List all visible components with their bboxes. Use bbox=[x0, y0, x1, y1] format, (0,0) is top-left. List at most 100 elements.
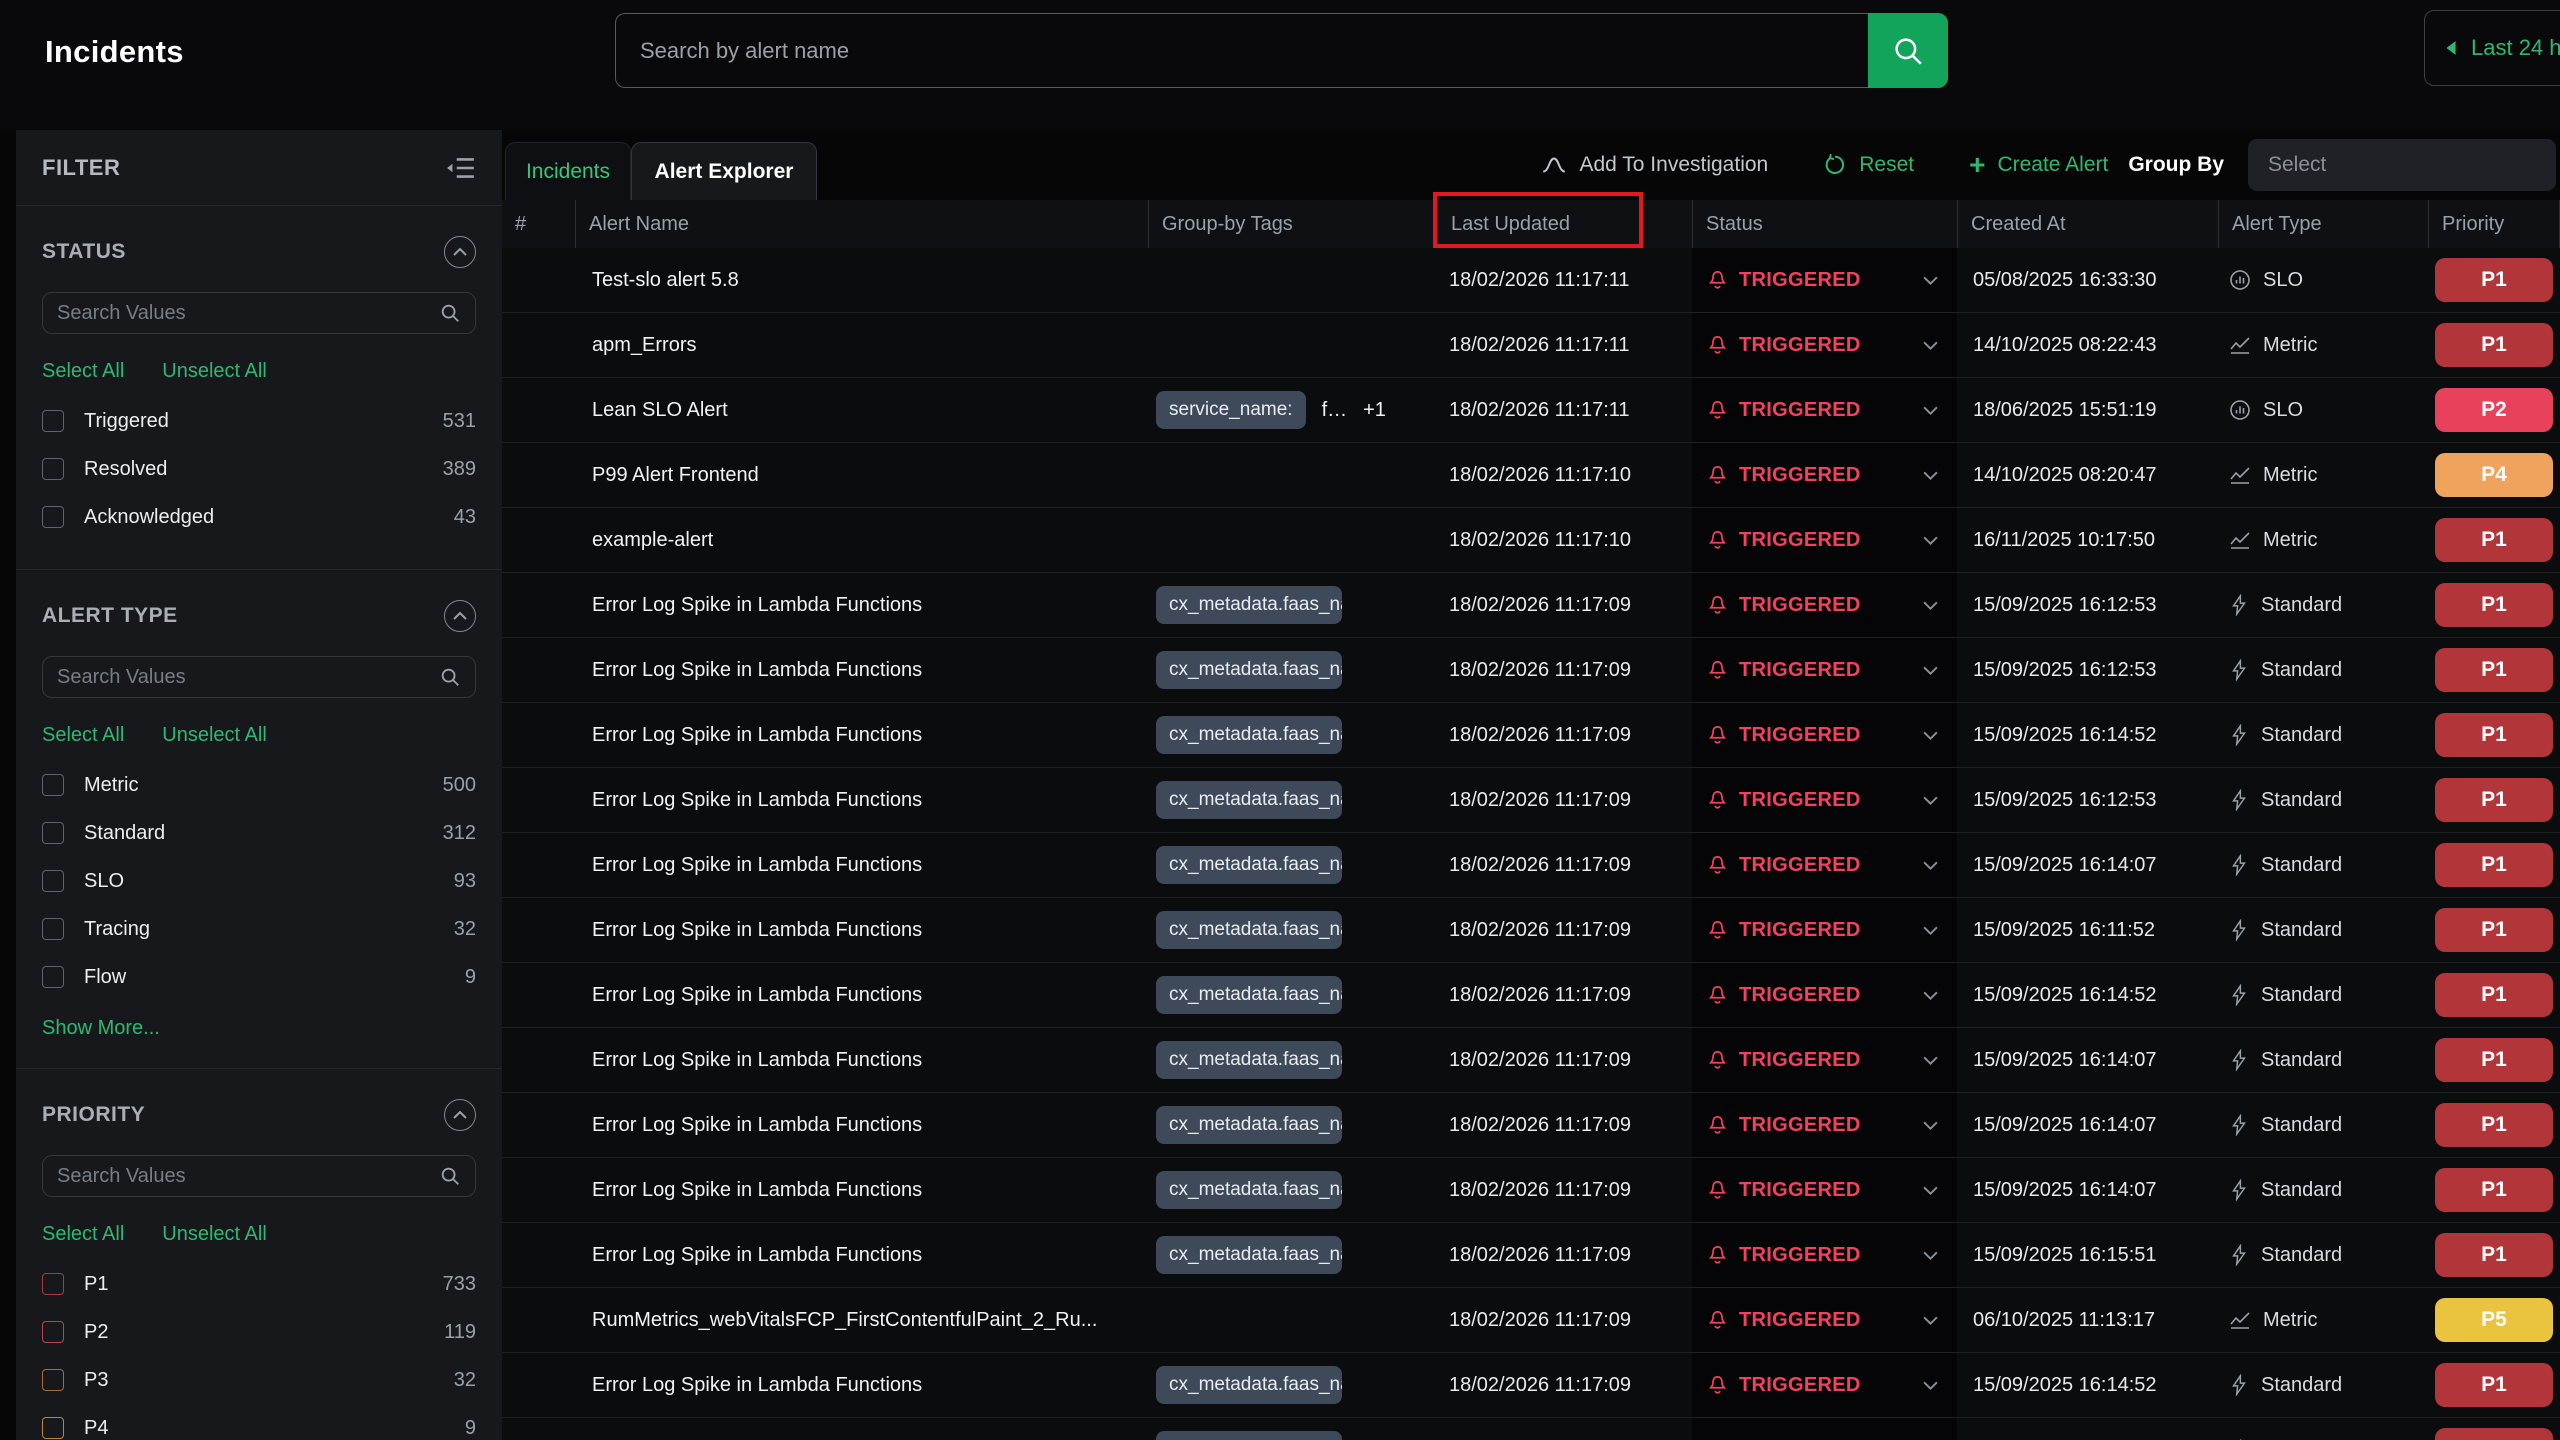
show-more-link[interactable]: Show More... bbox=[42, 1017, 160, 1040]
unselect-all-link[interactable]: Unselect All bbox=[162, 724, 267, 747]
priority-badge[interactable]: P1 bbox=[2435, 1233, 2553, 1277]
priority-badge[interactable]: P1 bbox=[2435, 1038, 2553, 1082]
reset-button[interactable]: Reset bbox=[1823, 153, 1914, 177]
chevron-down-icon[interactable] bbox=[1922, 925, 1939, 936]
table-row[interactable]: Error Log Spike in Lambda Functionscx_me… bbox=[502, 638, 2560, 703]
unselect-all-link[interactable]: Unselect All bbox=[162, 360, 267, 383]
status-cell[interactable]: TRIGGERED bbox=[1692, 1093, 1957, 1157]
chevron-down-icon[interactable] bbox=[1922, 340, 1939, 351]
checkbox[interactable] bbox=[42, 1321, 64, 1343]
checkbox[interactable] bbox=[42, 1417, 64, 1439]
section-search-input[interactable] bbox=[57, 666, 439, 689]
table-row[interactable]: Error Log Spike in Lambda Functionscx_me… bbox=[502, 833, 2560, 898]
column-header-created-at[interactable]: Created At bbox=[1957, 200, 2218, 248]
section-search-input[interactable] bbox=[57, 1165, 439, 1188]
table-row[interactable]: Lean SLO Alertservice_name:f…+118/02/202… bbox=[502, 378, 2560, 443]
priority-badge[interactable]: P1 bbox=[2435, 1363, 2553, 1407]
collapse-section-button[interactable] bbox=[444, 1099, 476, 1131]
priority-badge[interactable]: P1 bbox=[2435, 1103, 2553, 1147]
status-cell[interactable]: TRIGGERED bbox=[1692, 1288, 1957, 1352]
priority-badge[interactable]: P1 bbox=[2435, 843, 2553, 887]
checkbox[interactable] bbox=[42, 822, 64, 844]
tag-chip[interactable]: cx_metadata.faas_nam bbox=[1156, 1171, 1342, 1209]
priority-badge[interactable]: P1 bbox=[2435, 973, 2553, 1017]
table-row[interactable]: Error Log Spike in Lambda Functionscx_me… bbox=[502, 1353, 2560, 1418]
table-row[interactable]: Error Log Spike in Lambda Functionscx_me… bbox=[502, 703, 2560, 768]
table-row[interactable]: RumMetrics_webVitalsFCP_FirstContentfulP… bbox=[502, 1288, 2560, 1353]
priority-badge[interactable]: P2 bbox=[2435, 388, 2553, 432]
select-all-link[interactable]: Select All bbox=[42, 724, 124, 747]
time-range-button[interactable]: Last 24 hou bbox=[2424, 10, 2560, 86]
table-row[interactable]: Error Log Spike in Lambda Functionscx_me… bbox=[502, 898, 2560, 963]
priority-badge[interactable]: P1 bbox=[2435, 648, 2553, 692]
priority-badge[interactable]: P4 bbox=[2435, 453, 2553, 497]
column-header-group-by-tags[interactable]: Group-by Tags bbox=[1148, 200, 1437, 248]
checkbox[interactable] bbox=[42, 966, 64, 988]
unselect-all-link[interactable]: Unselect All bbox=[162, 1223, 267, 1246]
tag-chip[interactable]: cx_metadata.faas_nam bbox=[1156, 1236, 1342, 1274]
table-row[interactable]: Error Log Spike in Lambda Functionscx_me… bbox=[502, 963, 2560, 1028]
tag-chip[interactable]: cx_metadata.faas_nam bbox=[1156, 651, 1342, 689]
status-cell[interactable]: TRIGGERED bbox=[1692, 1353, 1957, 1417]
priority-badge[interactable]: P1 bbox=[2435, 518, 2553, 562]
chevron-down-icon[interactable] bbox=[1922, 600, 1939, 611]
tag-chip[interactable]: service_name: bbox=[1156, 391, 1306, 429]
collapse-section-button[interactable] bbox=[444, 600, 476, 632]
chevron-down-icon[interactable] bbox=[1922, 1185, 1939, 1196]
table-row[interactable]: Error Log Spike in Lambda Functionscx_me… bbox=[502, 573, 2560, 638]
add-to-investigation-button[interactable]: Add To Investigation bbox=[1541, 152, 1768, 178]
status-cell[interactable]: TRIGGERED bbox=[1692, 898, 1957, 962]
tag-chip[interactable]: cx_metadata.faas_nam bbox=[1156, 911, 1342, 949]
status-cell[interactable]: TRIGGERED bbox=[1692, 833, 1957, 897]
status-cell[interactable]: TRIGGERED bbox=[1692, 703, 1957, 767]
tag-chip[interactable]: cx_metadata.faas_nam bbox=[1156, 1041, 1342, 1079]
status-cell[interactable]: TRIGGERED bbox=[1692, 508, 1957, 572]
status-cell[interactable]: TRIGGERED bbox=[1692, 248, 1957, 312]
column-header-last-updated[interactable]: Last Updated bbox=[1437, 200, 1692, 248]
checkbox[interactable] bbox=[42, 458, 64, 480]
chevron-down-icon[interactable] bbox=[1922, 990, 1939, 1001]
chevron-down-icon[interactable] bbox=[1922, 665, 1939, 676]
priority-badge[interactable]: P1 bbox=[2435, 323, 2553, 367]
column-header-priority[interactable]: Priority bbox=[2428, 200, 2560, 248]
priority-badge[interactable]: P1 bbox=[2435, 258, 2553, 302]
section-search-input[interactable] bbox=[57, 302, 439, 325]
status-cell[interactable]: TRIGGERED bbox=[1692, 378, 1957, 442]
search-button[interactable] bbox=[1868, 13, 1948, 88]
priority-badge[interactable]: P1 bbox=[2435, 583, 2553, 627]
tag-more-count[interactable]: +1 bbox=[1363, 399, 1386, 422]
tag-chip[interactable]: cx_metadata.faas_nam bbox=[1156, 1366, 1342, 1404]
status-cell[interactable]: TRIGGERED bbox=[1692, 638, 1957, 702]
select-all-link[interactable]: Select All bbox=[42, 360, 124, 383]
checkbox[interactable] bbox=[42, 506, 64, 528]
column-header-alert-name[interactable]: Alert Name bbox=[575, 200, 1148, 248]
tab-alert-explorer[interactable]: Alert Explorer bbox=[631, 142, 817, 200]
table-row[interactable]: P99 Alert Frontend18/02/2026 11:17:10TRI… bbox=[502, 443, 2560, 508]
status-cell[interactable]: TRIGGERED bbox=[1692, 573, 1957, 637]
status-cell[interactable]: TRIGGERED bbox=[1692, 1223, 1957, 1287]
priority-badge[interactable]: P1 bbox=[2435, 1428, 2553, 1440]
chevron-down-icon[interactable] bbox=[1922, 860, 1939, 871]
select-all-link[interactable]: Select All bbox=[42, 1223, 124, 1246]
chevron-down-icon[interactable] bbox=[1922, 1055, 1939, 1066]
tag-chip[interactable]: cx_metadata.faas_nam bbox=[1156, 781, 1342, 819]
tag-chip[interactable]: cx_metadata.faas_nam bbox=[1156, 716, 1342, 754]
chevron-down-icon[interactable] bbox=[1922, 535, 1939, 546]
priority-badge[interactable]: P1 bbox=[2435, 908, 2553, 952]
checkbox[interactable] bbox=[42, 1273, 64, 1295]
priority-badge[interactable]: P5 bbox=[2435, 1298, 2553, 1342]
status-cell[interactable]: TRIGGERED bbox=[1692, 1028, 1957, 1092]
checkbox[interactable] bbox=[42, 1369, 64, 1391]
checkbox[interactable] bbox=[42, 870, 64, 892]
search-input[interactable] bbox=[615, 13, 1868, 88]
priority-badge[interactable]: P1 bbox=[2435, 713, 2553, 757]
table-row[interactable]: Error Log Spike in Lambda Functionscx_me… bbox=[502, 1418, 2560, 1440]
column-header-status[interactable]: Status bbox=[1692, 200, 1957, 248]
column-header--[interactable]: # bbox=[502, 200, 575, 248]
status-cell[interactable]: TRIGGERED bbox=[1692, 1418, 1957, 1440]
table-row[interactable]: Error Log Spike in Lambda Functionscx_me… bbox=[502, 1223, 2560, 1288]
chevron-down-icon[interactable] bbox=[1922, 1315, 1939, 1326]
collapse-panel-icon[interactable] bbox=[446, 155, 476, 181]
group-by-select[interactable]: Select bbox=[2248, 139, 2556, 191]
tag-chip[interactable]: cx_metadata.faas_nam bbox=[1156, 1431, 1342, 1440]
